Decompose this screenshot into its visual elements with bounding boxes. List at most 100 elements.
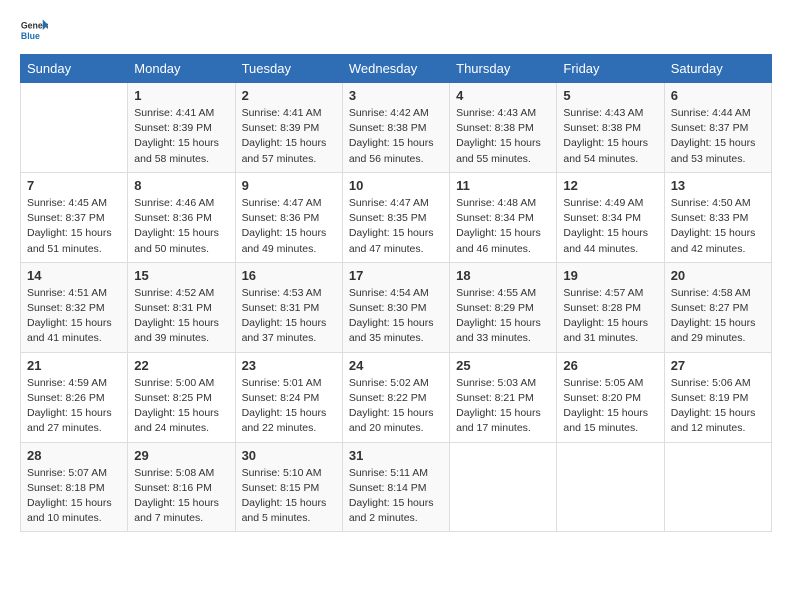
calendar-cell: 8 Sunrise: 4:46 AM Sunset: 8:36 PM Daylig… <box>128 172 235 262</box>
day-info: Sunrise: 4:42 AM Sunset: 8:38 PM Dayligh… <box>349 106 443 167</box>
day-number: 20 <box>671 268 765 283</box>
day-number: 8 <box>134 178 228 193</box>
weekday-header-friday: Friday <box>557 55 664 83</box>
weekday-header-saturday: Saturday <box>664 55 771 83</box>
calendar-cell: 5 Sunrise: 4:43 AM Sunset: 8:38 PM Daylig… <box>557 83 664 173</box>
day-info: Sunrise: 5:06 AM Sunset: 8:19 PM Dayligh… <box>671 376 765 437</box>
calendar-cell: 2 Sunrise: 4:41 AM Sunset: 8:39 PM Daylig… <box>235 83 342 173</box>
calendar-cell: 4 Sunrise: 4:43 AM Sunset: 8:38 PM Daylig… <box>450 83 557 173</box>
day-number: 12 <box>563 178 657 193</box>
day-number: 17 <box>349 268 443 283</box>
day-number: 9 <box>242 178 336 193</box>
calendar-cell: 3 Sunrise: 4:42 AM Sunset: 8:38 PM Daylig… <box>342 83 449 173</box>
day-info: Sunrise: 4:44 AM Sunset: 8:37 PM Dayligh… <box>671 106 765 167</box>
calendar-cell: 1 Sunrise: 4:41 AM Sunset: 8:39 PM Daylig… <box>128 83 235 173</box>
day-number: 22 <box>134 358 228 373</box>
header: General Blue <box>20 16 772 44</box>
calendar-cell: 16 Sunrise: 4:53 AM Sunset: 8:31 PM Dayli… <box>235 262 342 352</box>
calendar-cell: 13 Sunrise: 4:50 AM Sunset: 8:33 PM Dayli… <box>664 172 771 262</box>
calendar-cell: 11 Sunrise: 4:48 AM Sunset: 8:34 PM Dayli… <box>450 172 557 262</box>
logo: General Blue <box>20 16 52 44</box>
week-row-4: 21Sunrise: 4:59 AM Sunset: 8:26 PM Dayli… <box>21 352 772 442</box>
week-row-2: 7 Sunrise: 4:45 AM Sunset: 8:37 PM Daylig… <box>21 172 772 262</box>
day-number: 27 <box>671 358 765 373</box>
day-info: Sunrise: 4:53 AM Sunset: 8:31 PM Dayligh… <box>242 286 336 347</box>
day-info: Sunrise: 5:11 AM Sunset: 8:14 PM Dayligh… <box>349 466 443 527</box>
day-number: 21 <box>27 358 121 373</box>
calendar-cell: 21Sunrise: 4:59 AM Sunset: 8:26 PM Dayli… <box>21 352 128 442</box>
day-number: 19 <box>563 268 657 283</box>
day-number: 16 <box>242 268 336 283</box>
day-info: Sunrise: 4:49 AM Sunset: 8:34 PM Dayligh… <box>563 196 657 257</box>
day-number: 26 <box>563 358 657 373</box>
day-info: Sunrise: 4:43 AM Sunset: 8:38 PM Dayligh… <box>456 106 550 167</box>
day-number: 13 <box>671 178 765 193</box>
day-info: Sunrise: 4:46 AM Sunset: 8:36 PM Dayligh… <box>134 196 228 257</box>
day-number: 18 <box>456 268 550 283</box>
calendar-cell: 24 Sunrise: 5:02 AM Sunset: 8:22 PM Dayli… <box>342 352 449 442</box>
day-info: Sunrise: 4:47 AM Sunset: 8:35 PM Dayligh… <box>349 196 443 257</box>
day-info: Sunrise: 4:55 AM Sunset: 8:29 PM Dayligh… <box>456 286 550 347</box>
day-number: 2 <box>242 88 336 103</box>
day-info: Sunrise: 4:41 AM Sunset: 8:39 PM Dayligh… <box>134 106 228 167</box>
day-number: 14 <box>27 268 121 283</box>
calendar-cell: 18 Sunrise: 4:55 AM Sunset: 8:29 PM Dayli… <box>450 262 557 352</box>
day-info: Sunrise: 5:00 AM Sunset: 8:25 PM Dayligh… <box>134 376 228 437</box>
day-info: Sunrise: 5:08 AM Sunset: 8:16 PM Dayligh… <box>134 466 228 527</box>
weekday-header-thursday: Thursday <box>450 55 557 83</box>
week-row-1: 1 Sunrise: 4:41 AM Sunset: 8:39 PM Daylig… <box>21 83 772 173</box>
day-number: 15 <box>134 268 228 283</box>
svg-text:Blue: Blue <box>21 31 40 41</box>
calendar-cell: 7 Sunrise: 4:45 AM Sunset: 8:37 PM Daylig… <box>21 172 128 262</box>
day-info: Sunrise: 5:03 AM Sunset: 8:21 PM Dayligh… <box>456 376 550 437</box>
day-info: Sunrise: 4:58 AM Sunset: 8:27 PM Dayligh… <box>671 286 765 347</box>
day-number: 4 <box>456 88 550 103</box>
day-number: 30 <box>242 448 336 463</box>
calendar-cell: 20 Sunrise: 4:58 AM Sunset: 8:27 PM Dayli… <box>664 262 771 352</box>
day-info: Sunrise: 4:57 AM Sunset: 8:28 PM Dayligh… <box>563 286 657 347</box>
day-number: 1 <box>134 88 228 103</box>
calendar-cell: 22 Sunrise: 5:00 AM Sunset: 8:25 PM Dayli… <box>128 352 235 442</box>
calendar-cell: 17 Sunrise: 4:54 AM Sunset: 8:30 PM Dayli… <box>342 262 449 352</box>
day-number: 24 <box>349 358 443 373</box>
day-info: Sunrise: 5:02 AM Sunset: 8:22 PM Dayligh… <box>349 376 443 437</box>
calendar-cell <box>450 442 557 532</box>
day-number: 7 <box>27 178 121 193</box>
day-info: Sunrise: 5:05 AM Sunset: 8:20 PM Dayligh… <box>563 376 657 437</box>
calendar-cell: 12 Sunrise: 4:49 AM Sunset: 8:34 PM Dayli… <box>557 172 664 262</box>
calendar-cell: 28 Sunrise: 5:07 AM Sunset: 8:18 PM Dayli… <box>21 442 128 532</box>
calendar-cell: 10Sunrise: 4:47 AM Sunset: 8:35 PM Dayli… <box>342 172 449 262</box>
weekday-header-tuesday: Tuesday <box>235 55 342 83</box>
day-number: 3 <box>349 88 443 103</box>
weekday-header-row: SundayMondayTuesdayWednesdayThursdayFrid… <box>21 55 772 83</box>
week-row-5: 28 Sunrise: 5:07 AM Sunset: 8:18 PM Dayli… <box>21 442 772 532</box>
day-info: Sunrise: 4:45 AM Sunset: 8:37 PM Dayligh… <box>27 196 121 257</box>
day-info: Sunrise: 4:48 AM Sunset: 8:34 PM Dayligh… <box>456 196 550 257</box>
day-info: Sunrise: 4:41 AM Sunset: 8:39 PM Dayligh… <box>242 106 336 167</box>
calendar-cell <box>557 442 664 532</box>
calendar-cell: 14 Sunrise: 4:51 AM Sunset: 8:32 PM Dayli… <box>21 262 128 352</box>
logo-icon: General Blue <box>20 16 48 44</box>
calendar-table: SundayMondayTuesdayWednesdayThursdayFrid… <box>20 54 772 532</box>
weekday-header-wednesday: Wednesday <box>342 55 449 83</box>
calendar-cell <box>21 83 128 173</box>
day-info: Sunrise: 5:01 AM Sunset: 8:24 PM Dayligh… <box>242 376 336 437</box>
calendar-cell: 23Sunrise: 5:01 AM Sunset: 8:24 PM Dayli… <box>235 352 342 442</box>
weekday-header-sunday: Sunday <box>21 55 128 83</box>
day-number: 11 <box>456 178 550 193</box>
day-info: Sunrise: 4:43 AM Sunset: 8:38 PM Dayligh… <box>563 106 657 167</box>
day-info: Sunrise: 4:50 AM Sunset: 8:33 PM Dayligh… <box>671 196 765 257</box>
day-number: 31 <box>349 448 443 463</box>
day-number: 29 <box>134 448 228 463</box>
day-info: Sunrise: 4:54 AM Sunset: 8:30 PM Dayligh… <box>349 286 443 347</box>
day-number: 5 <box>563 88 657 103</box>
calendar-body: 1 Sunrise: 4:41 AM Sunset: 8:39 PM Daylig… <box>21 83 772 532</box>
calendar-cell: 27 Sunrise: 5:06 AM Sunset: 8:19 PM Dayli… <box>664 352 771 442</box>
calendar-cell: 15Sunrise: 4:52 AM Sunset: 8:31 PM Dayli… <box>128 262 235 352</box>
calendar-cell <box>664 442 771 532</box>
day-number: 28 <box>27 448 121 463</box>
day-info: Sunrise: 5:07 AM Sunset: 8:18 PM Dayligh… <box>27 466 121 527</box>
calendar-cell: 6Sunrise: 4:44 AM Sunset: 8:37 PM Daylig… <box>664 83 771 173</box>
day-info: Sunrise: 4:51 AM Sunset: 8:32 PM Dayligh… <box>27 286 121 347</box>
calendar-cell: 19 Sunrise: 4:57 AM Sunset: 8:28 PM Dayli… <box>557 262 664 352</box>
